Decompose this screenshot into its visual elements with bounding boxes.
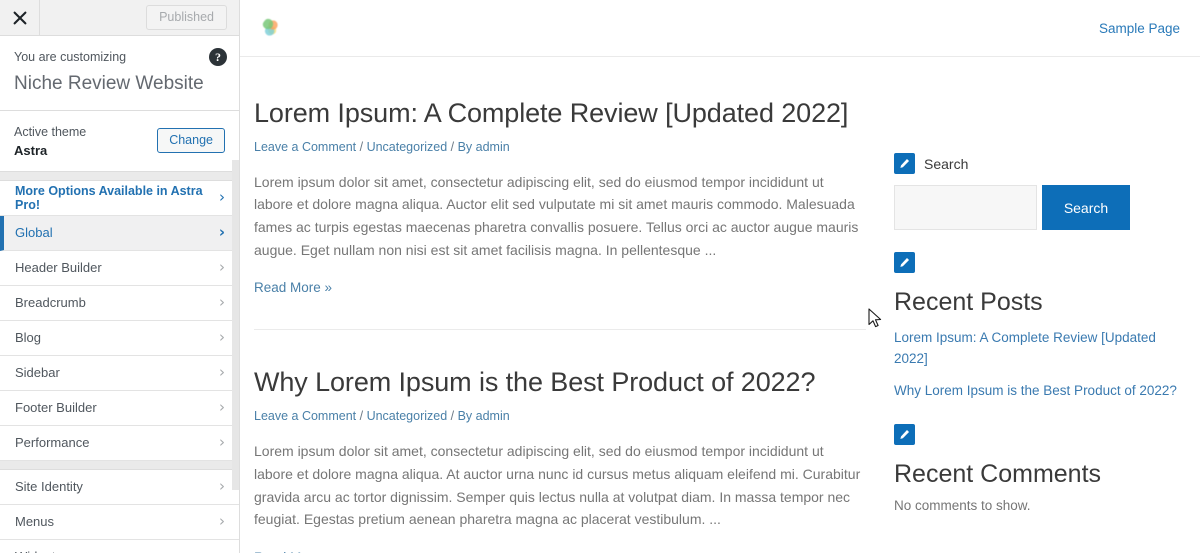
sidebar-item-footer-builder[interactable]: Footer Builder › bbox=[0, 390, 239, 426]
chevron-right-icon: › bbox=[219, 549, 225, 553]
meta-separator: / bbox=[447, 409, 458, 424]
change-theme-button[interactable]: Change bbox=[157, 127, 225, 154]
active-theme-text: Active theme Astra bbox=[14, 123, 157, 158]
sidebar-item-label: Global bbox=[15, 225, 53, 241]
edit-pencil-icon[interactable] bbox=[894, 423, 915, 445]
post-item: Why Lorem Ipsum is the Best Product of 2… bbox=[254, 330, 890, 553]
posts-column: Lorem Ipsum: A Complete Review [Updated … bbox=[240, 57, 890, 553]
list-item: Lorem Ipsum: A Complete Review [Updated … bbox=[894, 328, 1180, 370]
active-theme-name: Astra bbox=[14, 142, 48, 158]
chevron-right-icon: › bbox=[219, 293, 225, 312]
search-widget: Search Search bbox=[894, 153, 1180, 230]
widget-sidebar: Search Search Recent Posts Lorem Ipsum: … bbox=[890, 57, 1180, 553]
edit-pencil-icon[interactable] bbox=[894, 153, 915, 174]
edit-pencil-icon[interactable] bbox=[894, 252, 915, 273]
author-link[interactable]: By admin bbox=[458, 140, 510, 154]
sidebar-item-label: Menus bbox=[15, 514, 55, 530]
recent-posts-list: Lorem Ipsum: A Complete Review [Updated … bbox=[894, 328, 1180, 402]
post-title[interactable]: Why Lorem Ipsum is the Best Product of 2… bbox=[254, 366, 890, 400]
sidebar-item-label: Performance bbox=[15, 435, 90, 451]
no-comments-text: No comments to show. bbox=[894, 497, 1031, 513]
sidebar-item-performance[interactable]: Performance › bbox=[0, 425, 239, 461]
sidebar-item-global[interactable]: Global › bbox=[0, 215, 239, 251]
list-item: Why Lorem Ipsum is the Best Product of 2… bbox=[894, 381, 1180, 402]
chevron-right-icon: › bbox=[219, 328, 225, 347]
sidebar-item-astra-pro[interactable]: More Options Available in Astra Pro! › bbox=[0, 180, 239, 216]
site-header: Sample Page bbox=[240, 0, 1200, 57]
site-title: Niche Review Website bbox=[14, 72, 204, 94]
chevron-right-icon: › bbox=[219, 433, 225, 452]
post-excerpt: Lorem ipsum dolor sit amet, consectetur … bbox=[254, 173, 859, 258]
customizer-topbar: Published bbox=[0, 0, 239, 36]
meta-separator: / bbox=[447, 139, 458, 154]
chevron-right-icon: › bbox=[219, 363, 225, 382]
meta-separator: / bbox=[356, 139, 367, 154]
panel-separator-top bbox=[0, 171, 239, 181]
sidebar-item-label: Header Builder bbox=[15, 260, 102, 276]
nav-link-sample-page[interactable]: Sample Page bbox=[1099, 21, 1180, 36]
preview-content: Lorem Ipsum: A Complete Review [Updated … bbox=[240, 57, 1200, 553]
category-link[interactable]: Uncategorized bbox=[367, 409, 448, 423]
chevron-right-icon: › bbox=[218, 223, 225, 242]
post-meta: Leave a Comment / Uncategorized / By adm… bbox=[254, 140, 890, 154]
site-preview: Sample Page Lorem Ipsum: A Complete Revi… bbox=[240, 0, 1200, 553]
sidebar-item-sidebar[interactable]: Sidebar › bbox=[0, 355, 239, 391]
post-title[interactable]: Lorem Ipsum: A Complete Review [Updated … bbox=[254, 97, 890, 131]
post-item: Lorem Ipsum: A Complete Review [Updated … bbox=[254, 97, 890, 331]
chevron-right-icon: › bbox=[219, 512, 225, 531]
author-link[interactable]: By admin bbox=[458, 409, 510, 423]
active-theme-panel: Active theme Astra Change bbox=[0, 111, 239, 172]
sidebar-item-blog[interactable]: Blog › bbox=[0, 320, 239, 356]
recent-comments-widget: Recent Comments No comments to show. bbox=[894, 423, 1180, 513]
post-meta: Leave a Comment / Uncategorized / By adm… bbox=[254, 409, 890, 423]
recent-post-link[interactable]: Why Lorem Ipsum is the Best Product of 2… bbox=[894, 381, 1180, 402]
search-button[interactable]: Search bbox=[1042, 185, 1130, 230]
customizer-section-list: More Options Available in Astra Pro! › G… bbox=[0, 180, 239, 553]
sidebar-item-label: Footer Builder bbox=[15, 400, 97, 416]
sidebar-item-breadcrumb[interactable]: Breadcrumb › bbox=[0, 285, 239, 321]
search-widget-head: Search bbox=[894, 153, 1180, 174]
leave-a-comment-link[interactable]: Leave a Comment bbox=[254, 409, 356, 423]
chevron-right-icon: › bbox=[219, 258, 225, 277]
sidebar-item-label: Widgets bbox=[15, 549, 219, 553]
site-logo-blob-icon[interactable] bbox=[262, 18, 279, 38]
customizing-label: You are customizing bbox=[14, 50, 127, 64]
sidebar-item-label: Blog bbox=[15, 330, 42, 346]
chevron-right-icon: › bbox=[219, 477, 225, 496]
sidebar-item-label: Sidebar bbox=[15, 365, 60, 381]
sidebar-scrollbar[interactable] bbox=[232, 160, 239, 490]
panel-separator-mid bbox=[0, 460, 239, 470]
sidebar-item-label: More Options Available in Astra Pro! bbox=[15, 183, 203, 212]
search-input[interactable] bbox=[894, 185, 1037, 230]
customizer-sidebar: Published You are customizing Niche Revi… bbox=[0, 0, 240, 553]
sidebar-item-widgets[interactable]: Widgets › bbox=[0, 539, 239, 553]
sidebar-item-label: Breadcrumb bbox=[15, 295, 86, 311]
close-x-icon[interactable] bbox=[0, 0, 40, 35]
search-row: Search bbox=[894, 185, 1180, 230]
sidebar-item-site-identity[interactable]: Site Identity › bbox=[0, 469, 239, 505]
recent-post-link[interactable]: Lorem Ipsum: A Complete Review [Updated … bbox=[894, 328, 1180, 370]
active-theme-label: Active theme bbox=[14, 125, 87, 140]
publish-button[interactable]: Published bbox=[146, 4, 227, 31]
sidebar-item-label: Site Identity bbox=[15, 479, 83, 495]
recent-posts-widget: Recent Posts Lorem Ipsum: A Complete Rev… bbox=[894, 252, 1180, 402]
read-more-link[interactable]: Read More » bbox=[254, 280, 332, 295]
help-question-icon[interactable]: ? bbox=[209, 48, 227, 66]
recent-posts-title: Recent Posts bbox=[894, 288, 1043, 316]
recent-comments-title: Recent Comments bbox=[894, 459, 1102, 488]
post-excerpt: Lorem ipsum dolor sit amet, consectetur … bbox=[254, 443, 861, 528]
search-widget-title: Search bbox=[924, 155, 969, 172]
sidebar-item-header-builder[interactable]: Header Builder › bbox=[0, 250, 239, 286]
customizer-info-panel: You are customizing Niche Review Website… bbox=[0, 36, 239, 112]
leave-a-comment-link[interactable]: Leave a Comment bbox=[254, 140, 356, 154]
chevron-right-icon: › bbox=[219, 398, 225, 417]
sidebar-item-menus[interactable]: Menus › bbox=[0, 504, 239, 540]
chevron-right-icon: › bbox=[219, 188, 225, 207]
customizer-screen: Published You are customizing Niche Revi… bbox=[0, 0, 1200, 553]
category-link[interactable]: Uncategorized bbox=[367, 140, 448, 154]
meta-separator: / bbox=[356, 409, 367, 424]
